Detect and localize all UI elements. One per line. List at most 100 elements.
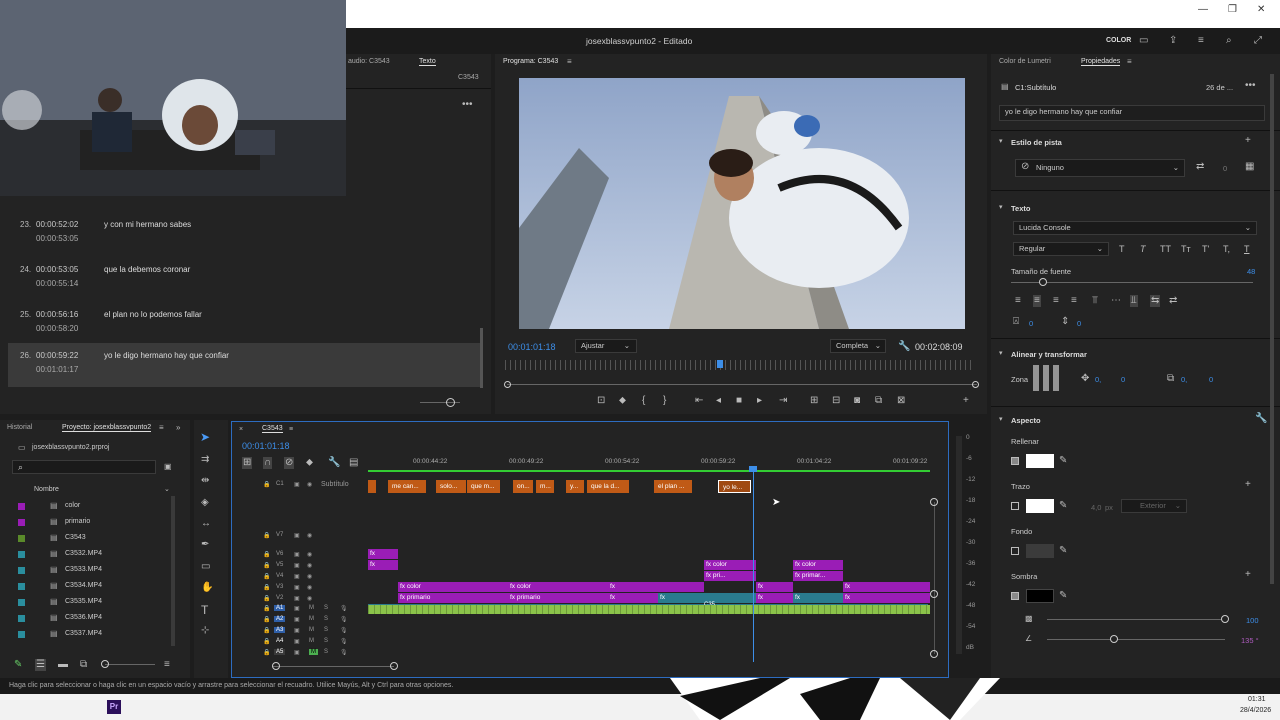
tracking-value[interactable]: 0	[1029, 319, 1033, 328]
video-clip[interactable]: fx	[368, 549, 398, 559]
small-caps-icon[interactable]: Tт	[1181, 244, 1191, 254]
subtitle-clip[interactable]	[368, 480, 376, 493]
tab-history[interactable]: Historial	[7, 424, 32, 431]
icon-view-icon[interactable]: ▬	[58, 660, 68, 670]
track-label-v5[interactable]: V5	[276, 562, 283, 568]
close-icon[interactable]: ×	[239, 425, 243, 435]
timeline-timecode[interactable]: 00:01:01:18	[242, 441, 290, 451]
lock-icon[interactable]: 🔒	[263, 481, 270, 488]
toggle-output-icon[interactable]: ▣	[294, 551, 300, 558]
video-clip[interactable]: fx	[756, 593, 793, 603]
sort-icons-icon[interactable]: ≡	[164, 660, 170, 670]
list-item[interactable]: 23. 00:00:52:02 00:00:53:05 y con mi her…	[8, 212, 483, 256]
lock-icon[interactable]: 🔒	[263, 595, 270, 602]
add-marker-icon[interactable]: ⬥	[306, 458, 313, 468]
zoom-slider-handle[interactable]	[446, 398, 455, 407]
toggle-output-icon[interactable]: ▣	[294, 638, 300, 645]
video-clip[interactable]: fx primario	[508, 593, 608, 603]
scroll-handle-left[interactable]	[272, 662, 280, 670]
video-clip[interactable]: fx primar...	[793, 571, 843, 581]
eye-icon[interactable]: ◉	[307, 532, 312, 539]
align-center-icon[interactable]: ≡	[1033, 295, 1041, 307]
snap-icon[interactable]: ∩	[263, 457, 273, 469]
chevron-down-icon[interactable]: ▾	[999, 349, 1003, 359]
align-bottom-icon[interactable]: ⫫	[1130, 295, 1138, 307]
quality-select[interactable]: Completa ⌄	[830, 339, 886, 353]
font-size-slider[interactable]	[1011, 282, 1253, 283]
menu-icon[interactable]: ≡	[289, 425, 293, 435]
subtitle-clip[interactable]: solo...	[436, 480, 466, 493]
add-icon[interactable]: +	[1245, 136, 1251, 146]
bold-icon[interactable]: T	[1119, 244, 1125, 254]
voiceover-icon[interactable]: 🎙	[340, 616, 348, 623]
caption-text[interactable]: el plan no lo podemos fallar	[104, 310, 202, 319]
subtitle-clip[interactable]: on...	[513, 480, 533, 493]
list-item[interactable]: ▤ primario	[0, 516, 170, 530]
track-label-v7[interactable]: V7	[276, 532, 283, 538]
label-color-swatch[interactable]	[18, 519, 25, 526]
voiceover-icon[interactable]: 🎙	[340, 627, 348, 634]
list-item-selected[interactable]: 26. 00:00:59:22 00:01:01:17 yo le digo h…	[8, 343, 483, 387]
video-clip[interactable]: fx primario	[398, 593, 508, 603]
new-bin-icon[interactable]: ▣	[164, 462, 172, 472]
scrollbar[interactable]	[1270, 74, 1274, 584]
export-icon[interactable]: ⇪	[1169, 36, 1177, 46]
lock-icon[interactable]: 🔒	[263, 616, 270, 623]
scale-x[interactable]: 0,	[1181, 375, 1187, 384]
subtitle-clip[interactable]: m...	[536, 480, 554, 493]
close-icon[interactable]: ✕	[1257, 4, 1265, 15]
shadow-angle-slider[interactable]	[1047, 639, 1225, 640]
workspace-color-label[interactable]: COLOR	[1106, 37, 1131, 44]
video-clip[interactable]: fx color	[398, 582, 508, 592]
toggle-output-icon[interactable]: ▣	[294, 605, 300, 612]
timeline-scroll[interactable]	[272, 666, 394, 667]
list-item[interactable]: ▤ C3537.MP4	[0, 628, 170, 642]
shadow-angle-value[interactable]: 135 °	[1241, 636, 1259, 645]
align-left-icon[interactable]: ≡	[1015, 296, 1021, 306]
tab-program[interactable]: Programa: C3543	[503, 58, 558, 65]
step-back-icon[interactable]: ◂	[716, 396, 721, 406]
chevron-down-icon[interactable]: ▾	[999, 137, 1003, 147]
pen-icon[interactable]: ✒	[201, 540, 209, 550]
background-checkbox[interactable]	[1011, 547, 1019, 555]
panel-icon[interactable]: ▭	[1139, 36, 1148, 46]
eye-icon[interactable]: ◉	[307, 481, 312, 488]
video-clip[interactable]: fx	[608, 582, 704, 592]
stroke-color-swatch[interactable]	[1026, 499, 1054, 513]
stop-icon[interactable]: ■	[736, 396, 742, 406]
captions-icon[interactable]: ▤	[349, 458, 358, 468]
stroke-width[interactable]: 4,0	[1091, 503, 1101, 512]
track-label-a3[interactable]: A3	[274, 627, 286, 633]
playhead[interactable]	[716, 360, 723, 368]
font-style-select[interactable]: Regular ⌄	[1013, 242, 1109, 256]
list-item[interactable]: ▤ C3533.MP4	[0, 564, 170, 578]
align-top-icon[interactable]: ⫪	[1092, 296, 1098, 306]
tab-text[interactable]: Texto	[419, 58, 436, 66]
section-track-style[interactable]: Estilo de pista	[1011, 138, 1062, 147]
video-clip[interactable]: fx color	[704, 560, 756, 570]
mute-button[interactable]: M	[309, 627, 314, 633]
lift-icon[interactable]: ⊞	[810, 396, 818, 406]
wrench-icon[interactable]: 🔧	[898, 342, 910, 352]
clock-date[interactable]: 28/4/2026	[1240, 707, 1271, 714]
lock-icon[interactable]: 🔒	[263, 562, 270, 569]
stroke-checkbox[interactable]	[1011, 502, 1019, 510]
scrollbar[interactable]	[480, 328, 483, 388]
video-clip[interactable]: fx	[368, 560, 398, 570]
toggle-output-icon[interactable]: ▣	[294, 573, 300, 580]
label-color-swatch[interactable]	[18, 535, 25, 542]
shadow-angle-handle[interactable]	[1110, 635, 1118, 643]
lock-icon[interactable]: 🔒	[263, 649, 270, 656]
track-label-v6[interactable]: V6	[276, 551, 283, 557]
tab-lumetri[interactable]: Color de Lumetri	[999, 58, 1051, 65]
leading-value[interactable]: 0	[1077, 319, 1081, 328]
eyedropper-icon[interactable]: ✎	[1059, 591, 1067, 601]
current-timecode[interactable]: 00:01:01:18	[508, 342, 556, 352]
fit-select[interactable]: Ajustar ⌄	[575, 339, 637, 353]
toggle-output-icon[interactable]: ▣	[294, 584, 300, 591]
toggle-output-icon[interactable]: ▣	[294, 481, 300, 488]
video-clip[interactable]: fx pri...	[704, 571, 756, 581]
shadow-opacity-handle[interactable]	[1221, 615, 1229, 623]
ripple-edit-icon[interactable]: ⇹	[201, 476, 209, 486]
label-color-swatch[interactable]	[18, 615, 25, 622]
